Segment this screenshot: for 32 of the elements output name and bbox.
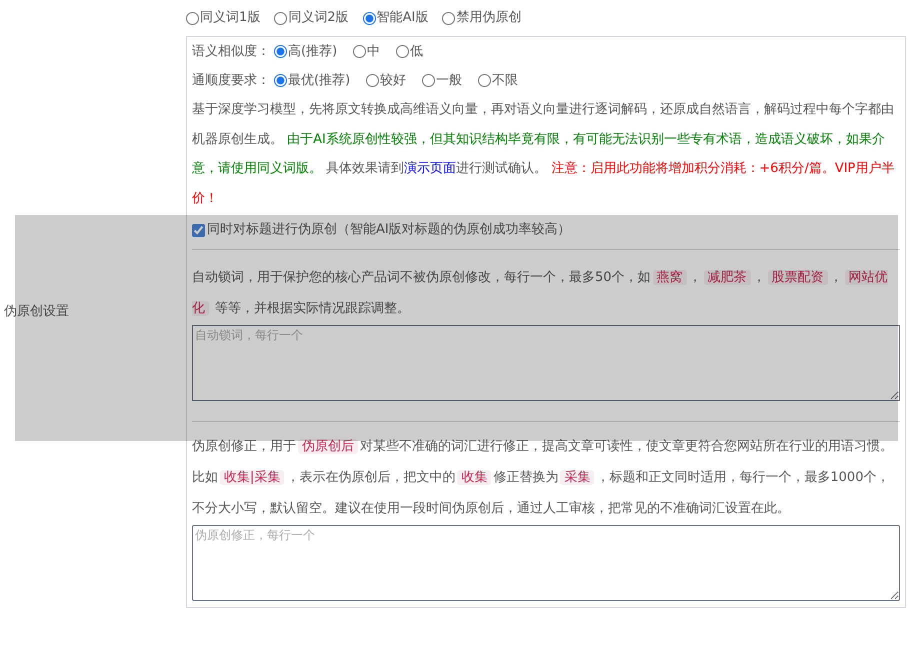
radio-button[interactable] [274,74,287,87]
option-label: 不限 [492,72,518,90]
radio-button[interactable] [366,74,380,87]
setting-label: 通顺度要求： [192,72,270,90]
correction-field[interactable]: 伪原创修正，每行一个 [192,525,900,601]
option-label: 较好 [380,72,406,90]
mode-option-label: 同义词2版 [288,9,349,28]
lock-words-text: 自动锁词，用于保护您的核心产品词不被伪原创修改，每行一个，最多50个，如 燕窝 ， 减肥茶 ， 股票配资 ， 网站优化 等等，并根据实际情况跟踪调整。 [192,269,889,318]
mode-option-label: 禁用伪原创 [456,9,522,28]
lock-words-field[interactable]: 自动锁词，每行一个 [192,325,900,401]
option-label: 中 [367,42,380,61]
radio-button[interactable] [353,45,366,58]
mode-option-label: 同义词1版 [200,9,260,28]
radio-button[interactable] [274,12,288,24]
section-label: 伪原创设置 [3,303,69,322]
option-label: 最优(推荐) [288,72,350,90]
description-text: 基于深度学习模型，先将原文转换成高维语义向量，再对语义向量进行逐词解码，还原成自然语言，解码过程中每个字都由机器原创生成。 由于AI系统原创性较强，但其知识结构毕竟有限，有可能无法识别一些专有术语，造成语义破坏，如果介意，请使用同义词版。 具体效果请到演示页面进行测试确认。 注意：启用此功能将增加积分消耗：+6积分/篇。VIP用户半价！ [192,101,896,208]
option-label: 低 [410,42,424,61]
option-label: 高(推荐) [288,42,338,61]
mode-option-label: 智能AI版 [376,9,428,28]
radio-button[interactable] [396,45,410,58]
radio-button[interactable] [274,45,287,58]
radio-button[interactable] [422,74,436,87]
radio-button[interactable] [186,12,199,24]
checkbox-label: 同时对标题进行伪原创（智能AI版对标题的伪原创成功率较高） [207,221,571,240]
setting-label: 语义相似度： [192,42,270,61]
radio-button[interactable] [442,12,456,24]
option-label: 一般 [436,72,462,90]
checkbox[interactable] [192,224,205,236]
radio-button[interactable] [362,12,376,24]
radio-button[interactable] [478,74,492,87]
correction-text: 伪原创修正，用于 伪原创后 对某些不准确的词汇进行修正，提高文章可读性，使文章更符合您网站所在行业的用语习惯。比如 收集|采集 ，表示在伪原创后，把文中的 收集 修正替换为 采集 ，标题和正文同时适用，每行一个，最多1000个，不分大小写，默认留空。建议在使用一段时间伪原创后，通过人工审核，把常见的不准确词汇设置在此。 [192,438,894,518]
